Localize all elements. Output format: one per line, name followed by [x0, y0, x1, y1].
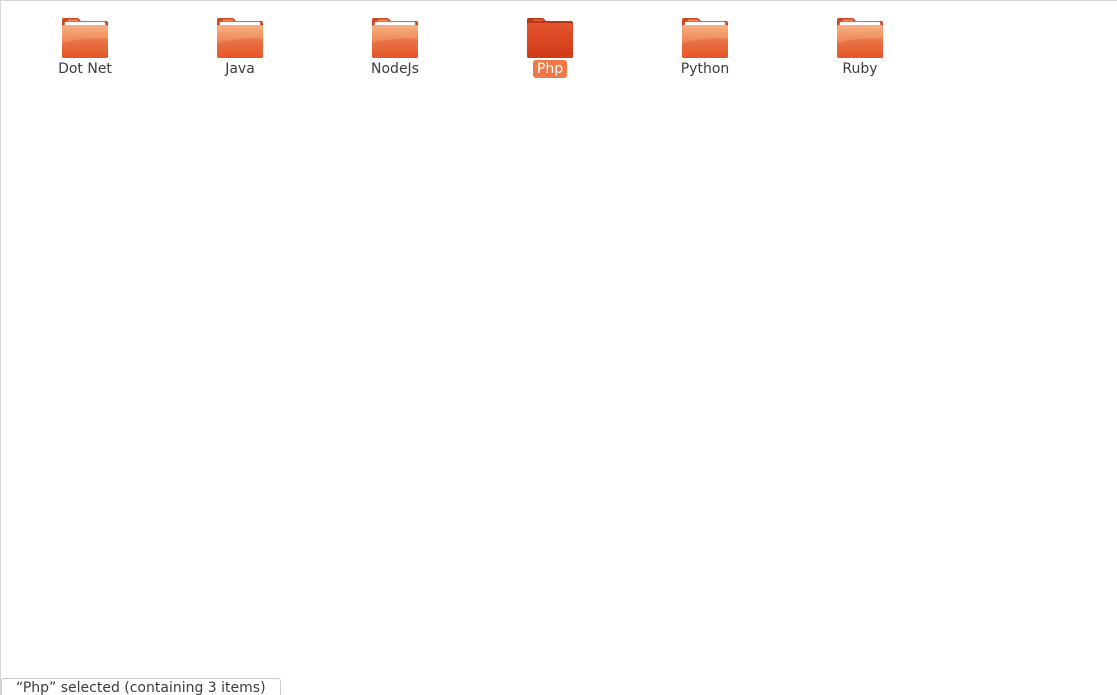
folder-item-java[interactable]: Java	[185, 15, 295, 81]
icon-grid: Dot Net Java NodeJs Php Python Ruby	[1, 15, 1117, 85]
folder-item-php[interactable]: Php	[495, 15, 605, 81]
folder-icon	[527, 18, 573, 58]
folder-label: Ruby	[842, 61, 878, 77]
folder-item-dot-net[interactable]: Dot Net	[30, 15, 140, 81]
folder-label: NodeJs	[371, 61, 419, 77]
folder-item-ruby[interactable]: Ruby	[805, 15, 915, 81]
folder-label: Dot Net	[58, 61, 112, 77]
folder-icon	[62, 18, 108, 58]
folder-label: Php	[532, 60, 568, 78]
folder-item-nodejs[interactable]: NodeJs	[340, 15, 450, 81]
folder-icon	[837, 18, 883, 58]
folder-item-python[interactable]: Python	[650, 15, 760, 81]
folder-icon	[217, 18, 263, 58]
folder-label: Java	[225, 61, 255, 77]
folder-label: Python	[680, 61, 730, 77]
file-manager-view[interactable]: Dot Net Java NodeJs Php Python Ruby “Php…	[0, 0, 1117, 695]
folder-icon	[372, 18, 418, 58]
folder-icon	[682, 18, 728, 58]
status-bar: “Php” selected (containing 3 items)	[1, 678, 281, 695]
